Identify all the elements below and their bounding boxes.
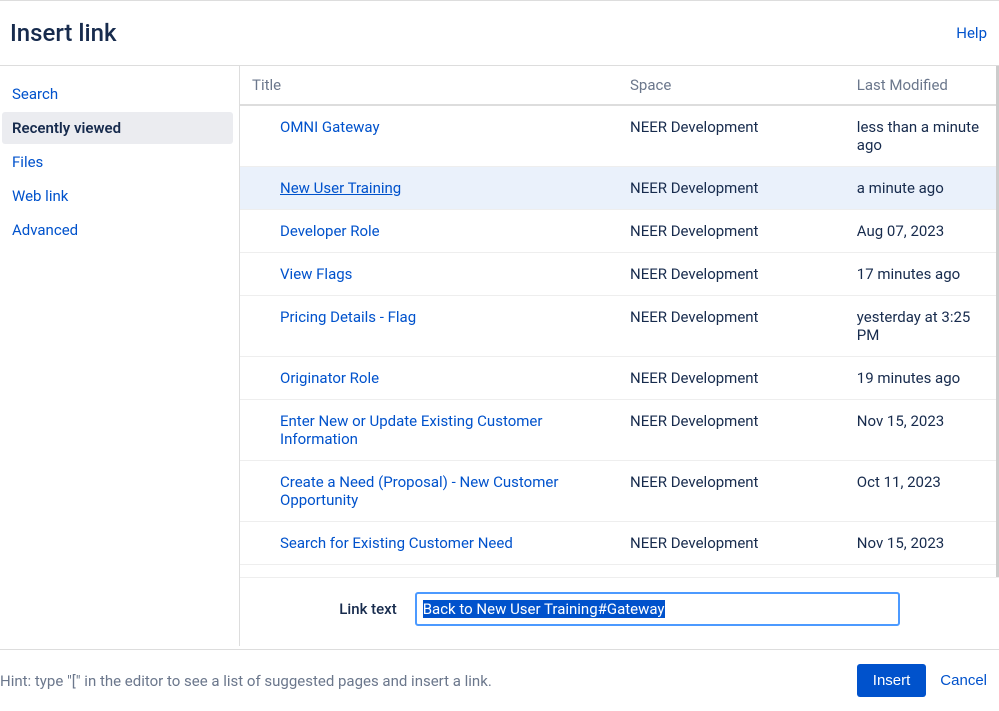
page-title-link[interactable]: OMNI Gateway — [280, 118, 380, 136]
space-cell: NEER Development — [618, 105, 845, 167]
space-cell: NEER Development — [618, 461, 845, 522]
table-wrapper[interactable]: Title Space Last Modified OMNI Gateway NE… — [240, 66, 999, 577]
sidebar-item-files[interactable]: Files — [2, 146, 233, 178]
column-header-space: Space — [618, 66, 845, 105]
space-cell: NEER Development — [618, 357, 845, 400]
page-title-link[interactable]: View Flags — [280, 265, 352, 283]
table-row[interactable]: Search for Existing Customer Need NEER De… — [240, 522, 996, 565]
table-row[interactable]: Pricing Details - Flag NEER Developmentye… — [240, 296, 996, 357]
last-modified-cell: Nov 15, 2023 — [845, 400, 996, 461]
last-modified-cell: Nov 15, 2023 — [845, 522, 996, 565]
space-cell: NEER Development — [618, 167, 845, 210]
page-title-link[interactable]: Originator Role — [280, 369, 379, 387]
dialog-body: Search Recently viewed Files Web link Ad… — [0, 66, 999, 646]
results-table: Title Space Last Modified OMNI Gateway NE… — [240, 66, 996, 565]
last-modified-cell: 19 minutes ago — [845, 357, 996, 400]
link-text-value: Back to New User Training#Gateway — [423, 600, 665, 618]
page-title-link[interactable]: Pricing Details - Flag — [280, 308, 416, 326]
column-header-last-modified: Last Modified — [845, 66, 996, 105]
link-text-row: Link text Back to New User Training#Gate… — [240, 577, 999, 646]
last-modified-cell: 17 minutes ago — [845, 253, 996, 296]
space-cell: NEER Development — [618, 253, 845, 296]
space-cell: NEER Development — [618, 210, 845, 253]
page-title-link[interactable]: New User Training — [280, 179, 401, 197]
space-cell: NEER Development — [618, 296, 845, 357]
sidebar-item-search[interactable]: Search — [2, 78, 233, 110]
main-area: Title Space Last Modified OMNI Gateway NE… — [240, 66, 999, 646]
last-modified-cell: less than a minute ago — [845, 105, 996, 167]
last-modified-cell: a minute ago — [845, 167, 996, 210]
page-title-link[interactable]: Create a Need (Proposal) - New Customer … — [280, 473, 558, 509]
table-row[interactable]: OMNI Gateway NEER Developmentless than a … — [240, 105, 996, 167]
page-title-link[interactable]: Search for Existing Customer Need — [280, 534, 513, 552]
table-row[interactable]: Enter New or Update Existing Customer In… — [240, 400, 996, 461]
footer-actions: Insert Cancel — [857, 664, 987, 697]
dialog-footer: Hint: type "[" in the editor to see a li… — [0, 649, 999, 711]
table-row[interactable]: New User Training NEER Developmenta minut… — [240, 167, 996, 210]
sidebar-item-advanced[interactable]: Advanced — [2, 214, 233, 246]
table-row[interactable]: Create a Need (Proposal) - New Customer … — [240, 461, 996, 522]
column-header-title: Title — [240, 66, 618, 105]
link-text-label: Link text — [339, 600, 396, 618]
space-cell: NEER Development — [618, 522, 845, 565]
help-link[interactable]: Help — [956, 24, 987, 42]
last-modified-cell: yesterday at 3:25 PM — [845, 296, 996, 357]
dialog-header: Insert link Help — [0, 0, 999, 66]
page-title-link[interactable]: Enter New or Update Existing Customer In… — [280, 412, 542, 448]
table-row[interactable]: View Flags NEER Development17 minutes ago — [240, 253, 996, 296]
sidebar: Search Recently viewed Files Web link Ad… — [0, 66, 240, 646]
dialog-title: Insert link — [10, 19, 117, 47]
last-modified-cell: Oct 11, 2023 — [845, 461, 996, 522]
sidebar-item-recently-viewed[interactable]: Recently viewed — [2, 112, 233, 144]
table-row[interactable]: Originator Role NEER Development19 minute… — [240, 357, 996, 400]
last-modified-cell: Aug 07, 2023 — [845, 210, 996, 253]
page-title-link[interactable]: Developer Role — [280, 222, 380, 240]
hint-text: Hint: type "[" in the editor to see a li… — [0, 672, 492, 690]
table-row[interactable]: Developer Role NEER DevelopmentAug 07, 20… — [240, 210, 996, 253]
sidebar-item-web-link[interactable]: Web link — [2, 180, 233, 212]
link-text-input[interactable]: Back to New User Training#Gateway — [415, 592, 900, 626]
space-cell: NEER Development — [618, 400, 845, 461]
insert-button[interactable]: Insert — [857, 664, 927, 697]
cancel-button[interactable]: Cancel — [940, 672, 987, 689]
